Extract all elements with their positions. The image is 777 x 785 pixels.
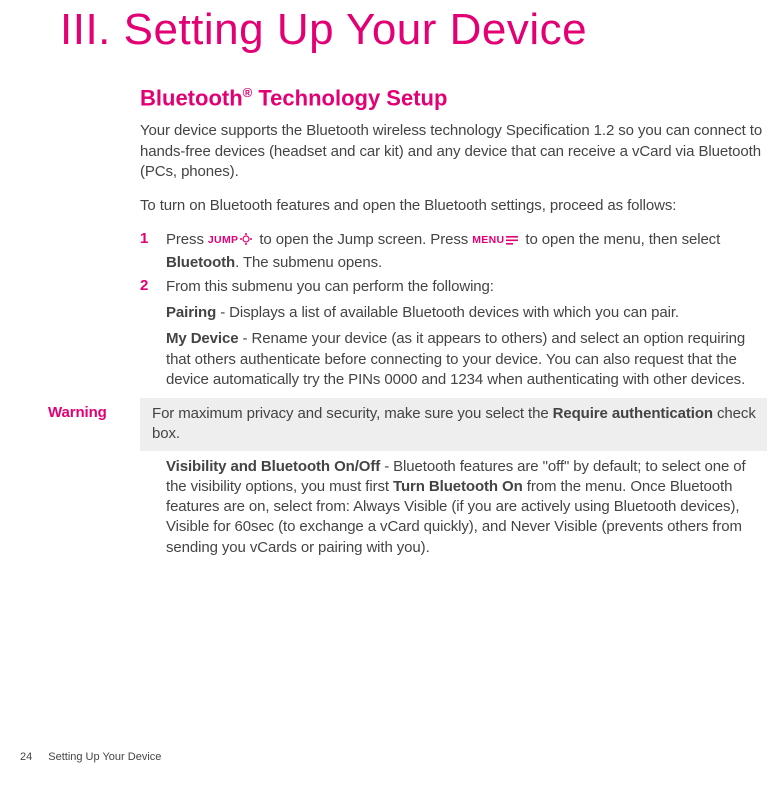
step-1-bluetooth: Bluetooth [166,254,235,271]
chapter-title: III. Setting Up Your Device [60,5,767,55]
page-footer: 24 Setting Up Your Device [20,751,161,763]
step-2-number: 2 [140,277,166,297]
step-1c: to open the menu, then select [521,231,720,248]
proceed-text: To turn on Bluetooth features and open t… [140,196,767,216]
warning-a: For maximum privacy and security, make s… [152,405,553,422]
pairing-item: Pairing - Displays a list of available B… [166,303,767,323]
warning-label: Warning [0,398,128,451]
jump-key-label: JUMP [208,234,238,246]
step-2: 2 From this submenu you can perform the … [140,277,767,297]
mydevice-label: My Device [166,330,238,347]
step-1-number: 1 [140,230,166,273]
section-heading: Bluetooth® Technology Setup [140,85,767,111]
pairing-label: Pairing [166,304,216,321]
step-1: 1 Press JUMP to open the Jump screen. Pr… [140,230,767,273]
step-1a: Press [166,231,208,248]
menu-icon [505,232,519,252]
footer-section: Setting Up Your Device [48,751,161,763]
mydevice-text: - Rename your device (as it appears to o… [166,330,745,388]
intro-text: Your device supports the Bluetooth wirel… [140,121,767,182]
visibility-label: Visibility and Bluetooth On/Off [166,458,380,475]
step-1d: . The submenu opens. [235,254,382,271]
heading-post: Technology Setup [252,85,447,110]
step-1-body: Press JUMP to open the Jump screen. Pres… [166,230,767,273]
warning-body: For maximum privacy and security, make s… [140,398,767,451]
warning-require: Require authentication [553,405,713,422]
jump-icon [239,232,253,252]
heading-pre: Bluetooth [140,85,243,110]
menu-key-label: MENU [472,234,504,246]
heading-sup: ® [243,85,253,100]
warning-callout: Warning For maximum privacy and security… [0,398,767,451]
visibility-item: Visibility and Bluetooth On/Off - Blueto… [166,457,767,558]
page-number: 24 [20,751,32,763]
step-1b: to open the Jump screen. Press [255,231,472,248]
pairing-text: - Displays a list of available Bluetooth… [216,304,679,321]
step-2-body: From this submenu you can perform the fo… [166,277,767,297]
visibility-turn-on: Turn Bluetooth On [393,478,523,495]
mydevice-item: My Device - Rename your device (as it ap… [166,329,767,390]
